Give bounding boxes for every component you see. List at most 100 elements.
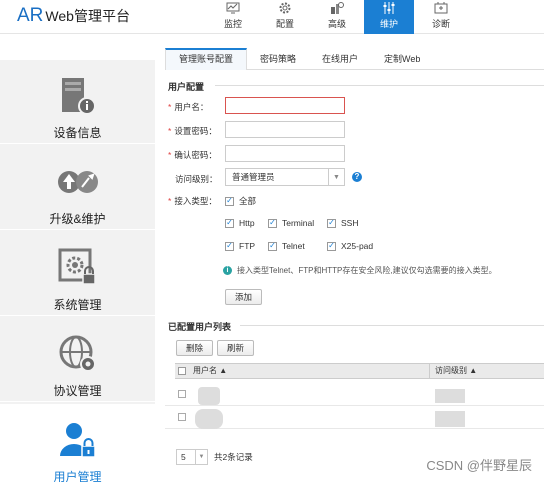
- row-checkbox[interactable]: [178, 413, 186, 421]
- tab-online-users[interactable]: 在线用户: [309, 48, 371, 70]
- checkbox-ftp[interactable]: ✓ FTP: [225, 241, 255, 251]
- access-level-label: 访问级别：: [175, 174, 218, 184]
- delete-button[interactable]: 删除: [176, 340, 213, 356]
- check-icon: ✓: [268, 241, 277, 251]
- username-input[interactable]: [226, 98, 344, 113]
- checkbox-ssh[interactable]: ✓ SSH: [327, 218, 358, 228]
- row-checkbox[interactable]: [178, 390, 186, 398]
- check-icon: ✓: [225, 241, 234, 251]
- sidebar-item-label: 升级&维护: [49, 212, 106, 226]
- refresh-button[interactable]: 刷新: [217, 340, 254, 356]
- info-icon: i: [223, 266, 232, 275]
- sidebar-item-label: 用户管理: [53, 470, 102, 482]
- password-label: * 设置密码：: [168, 126, 217, 136]
- redacted-username: [195, 409, 223, 429]
- confirm-password-label: * 确认密码：: [168, 150, 217, 160]
- password-field[interactable]: [225, 121, 345, 138]
- confirm-password-input[interactable]: [226, 146, 344, 161]
- nav-monitor-label: 监控: [223, 19, 242, 29]
- sidebar-item-device-info[interactable]: 设备信息: [0, 60, 155, 144]
- password-input[interactable]: [226, 122, 344, 137]
- advanced-icon: [329, 1, 345, 15]
- help-icon[interactable]: ?: [352, 172, 362, 182]
- main-content: 管理账号配置 密码策略 在线用户 定制Web 用户配置 * 用户名： * 设置密码：…: [165, 44, 544, 482]
- nav-monitor[interactable]: 监控: [208, 0, 258, 34]
- sidebar: 设备信息 升级&维护 系统管理 协议管理 用户管理: [0, 60, 155, 482]
- divider: [240, 325, 544, 326]
- sidebar-item-label: 系统管理: [53, 298, 102, 312]
- sidebar-item-label: 协议管理: [53, 384, 102, 398]
- user-manage-icon: [56, 418, 100, 462]
- user-config-title: 用户配置: [168, 82, 205, 92]
- table-row[interactable]: [165, 384, 544, 406]
- top-nav: 监控 配置 高级 维护 诊断: [208, 0, 468, 34]
- checkbox-telnet[interactable]: ✓ Telnet: [268, 241, 305, 251]
- sidebar-item-upgrade[interactable]: 升级&维护: [0, 146, 155, 230]
- username-label: * 用户名：: [168, 102, 209, 112]
- redacted-username: [198, 387, 220, 405]
- tab-password-policy[interactable]: 密码策略: [247, 48, 309, 70]
- chevron-down-icon: ▼: [195, 450, 207, 464]
- access-level-value: 普通管理员: [232, 172, 275, 182]
- checkbox-label: Http: [239, 218, 255, 228]
- column-header-username[interactable]: 用户名 ▲: [193, 364, 227, 378]
- info-note: i 接入类型Telnet、FTP和HTTP存在安全风险,建议仅勾选需要的接入类型…: [223, 265, 497, 276]
- divider: [215, 85, 544, 86]
- checkbox-all[interactable]: ✓ 全部: [225, 195, 256, 207]
- nav-diagnose[interactable]: 诊断: [416, 0, 466, 34]
- sidebar-item-label: 设备信息: [53, 126, 102, 140]
- system-manage-icon: [56, 246, 100, 290]
- pagination: 5 ▼ 共2条记录: [176, 449, 253, 465]
- checkbox-all-label: 全部: [239, 196, 257, 206]
- brand-logo: AR Web管理平台: [17, 5, 130, 27]
- access-level-select[interactable]: 普通管理员 ▼: [225, 168, 345, 186]
- nav-diagnose-label: 诊断: [431, 19, 450, 29]
- table-header: 用户名 ▲ 访问级别 ▲: [175, 363, 544, 379]
- username-field[interactable]: [225, 97, 345, 114]
- add-button[interactable]: 添加: [225, 289, 262, 305]
- page-size-select[interactable]: 5 ▼: [176, 449, 208, 465]
- checkbox-label: FTP: [239, 241, 256, 251]
- protocol-manage-icon: [56, 332, 100, 376]
- nav-maintenance-label: 维护: [379, 19, 398, 29]
- checkbox-label: X25-pad: [341, 241, 374, 251]
- check-icon: ✓: [268, 218, 277, 228]
- checkbox-label: Terminal: [282, 218, 315, 228]
- column-divider: [429, 364, 430, 378]
- diagnose-icon: [433, 1, 449, 15]
- table-row[interactable]: [165, 407, 544, 429]
- checkbox-label: SSH: [341, 218, 359, 228]
- select-all-checkbox[interactable]: [178, 367, 186, 375]
- nav-config-label: 配置: [275, 19, 294, 29]
- redacted-access-level: [435, 411, 465, 427]
- sidebar-item-system[interactable]: 系统管理: [0, 232, 155, 316]
- watermark: CSDN @伴野星辰: [426, 458, 532, 473]
- column-header-access-level[interactable]: 访问级别 ▲: [435, 364, 477, 378]
- brand-ar: AR: [17, 5, 44, 26]
- check-icon: ✓: [225, 218, 234, 228]
- tab-custom-web[interactable]: 定制Web: [371, 48, 433, 70]
- tab-account-config[interactable]: 管理账号配置: [165, 48, 248, 70]
- checkbox-http[interactable]: ✓ Http: [225, 218, 255, 228]
- confirm-password-field[interactable]: [225, 145, 345, 162]
- sidebar-item-user[interactable]: 用户管理: [0, 404, 155, 482]
- nav-maintenance[interactable]: 维护: [364, 0, 414, 34]
- checkbox-terminal[interactable]: ✓ Terminal: [268, 218, 314, 228]
- info-text: 接入类型Telnet、FTP和HTTP存在安全风险,建议仅勾选需要的接入类型。: [237, 266, 497, 275]
- nav-advanced-label: 高级: [327, 19, 346, 29]
- check-icon: ✓: [225, 196, 234, 206]
- total-records: 共2条记录: [214, 452, 253, 462]
- maintenance-icon: [381, 1, 397, 15]
- sidebar-item-protocol[interactable]: 协议管理: [0, 318, 155, 402]
- brand-title: Web管理平台: [45, 8, 130, 24]
- nav-config[interactable]: 配置: [260, 0, 310, 34]
- check-icon: ✓: [327, 218, 336, 228]
- checkbox-x25pad[interactable]: ✓ X25-pad: [327, 241, 373, 251]
- user-list-title: 已配置用户列表: [168, 322, 232, 332]
- tab-bar: 管理账号配置 密码策略 在线用户 定制Web: [165, 48, 544, 70]
- redacted-access-level: [435, 389, 465, 403]
- monitor-icon: [225, 1, 241, 15]
- device-info-icon: [56, 74, 100, 118]
- nav-advanced[interactable]: 高级: [312, 0, 362, 34]
- check-icon: ✓: [327, 241, 336, 251]
